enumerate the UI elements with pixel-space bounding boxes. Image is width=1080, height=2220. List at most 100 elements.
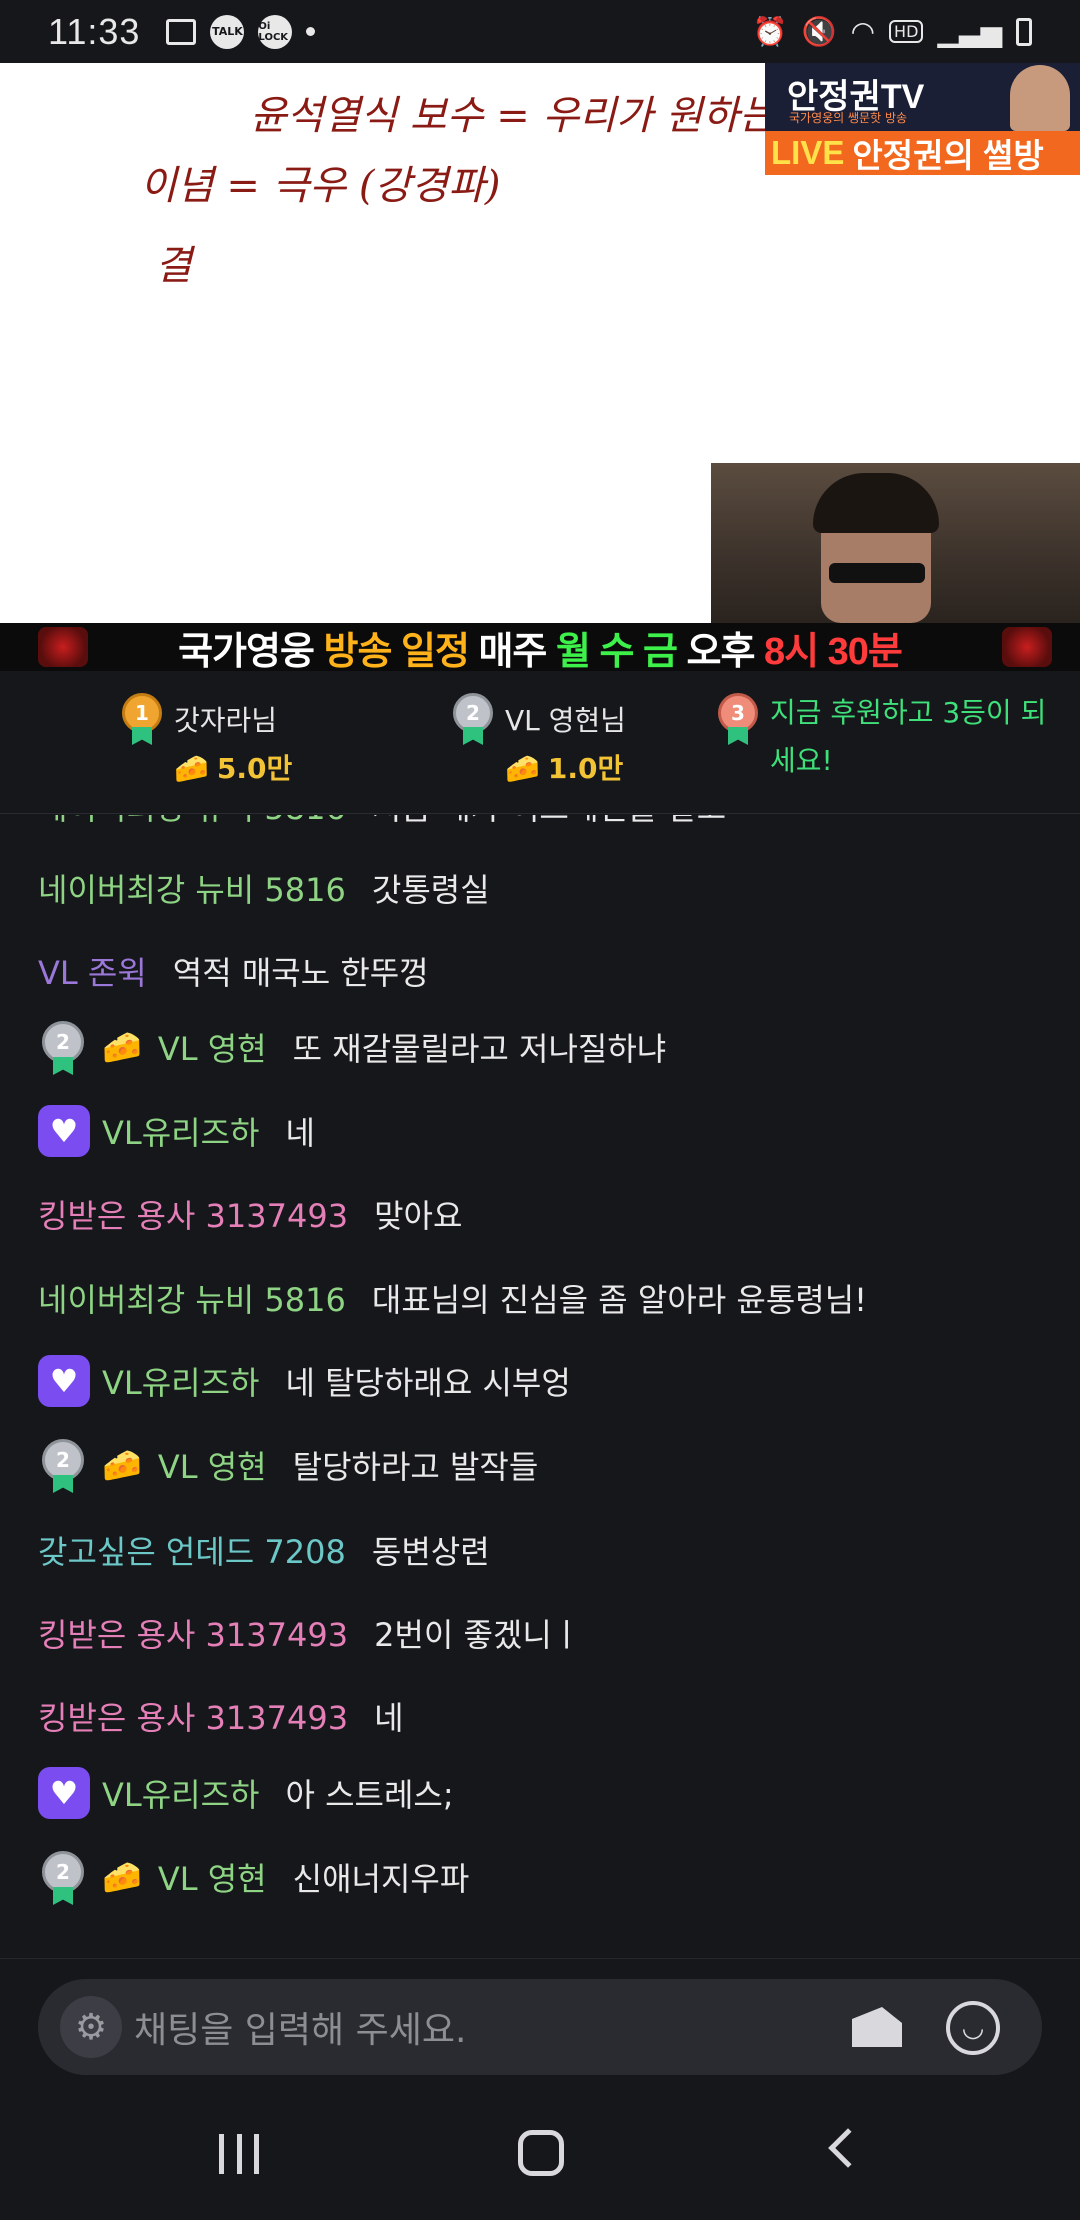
silver-medal-icon: 2 (453, 693, 493, 745)
chat-nickname[interactable]: VL유리즈하 (102, 1358, 259, 1404)
cheese-icon: 🧀 (102, 1858, 142, 1896)
chat-input[interactable]: ⚙ 채팅을 입력해 주세요. ◡ (38, 1979, 1042, 2075)
host-avatar (1010, 65, 1070, 131)
chat-message: 네이버최강 뉴비 5816 대표님의 진심을 좀 알아라 윤통령님! (38, 1275, 867, 1321)
heart-badge-icon: ♥ (38, 1767, 90, 1819)
chat-nickname[interactable]: VL 영현 (158, 1442, 267, 1488)
cheese-icon: 🧀 (505, 752, 540, 785)
handwriting-line-1: 윤석열식 보수 = 우리가 원하는 (250, 93, 776, 139)
chat-text: 네 (285, 1114, 315, 1152)
chat-text: 신애너지우파 (292, 1860, 470, 1898)
gold-medal-icon: 1 (122, 693, 162, 745)
chat-message: VL 존윅 역적 매국노 한뚜껑 (38, 948, 429, 994)
chat-nickname[interactable]: VL 영현 (158, 1854, 267, 1900)
dot-icon (306, 27, 316, 36)
mute-icon: 🔇 (801, 15, 837, 48)
chat-text: 대표님의 진심을 좀 알아라 윤통령님! (371, 1281, 867, 1319)
silver-rank-badge-icon: 2 (40, 1439, 86, 1493)
cheese-icon: 🧀 (174, 752, 209, 785)
cheese-donation-icon[interactable] (852, 2007, 902, 2047)
chat-text: 네 탈당하래요 시부엉 (285, 1364, 571, 1402)
chat-nickname[interactable]: VL유리즈하 (102, 1108, 259, 1154)
banner-text-2: 방송 일정 (323, 630, 470, 673)
chat-message: 2 🧀 VL 영현 탈당하라고 발작들 (40, 1439, 538, 1493)
silver-rank-badge-icon: 2 (40, 1021, 86, 1075)
chat-message: 2 🧀 VL 영현 신애너지우파 (40, 1851, 470, 1905)
chat-message: 2 🧀 VL 영현 또 재갈물릴라고 저나질하냐 (40, 1021, 666, 1075)
banner-text-1: 국가영웅 (178, 630, 315, 673)
chat-message: ♥ VL유리즈하 아 스트레스; (38, 1767, 454, 1819)
chat-nickname[interactable]: 킹받은 용사 3137493 (38, 1693, 348, 1739)
chat-nickname[interactable]: 네이버최강 뉴비 5816 (38, 815, 346, 829)
chat-message: ♥ VL유리즈하 네 탈당하래요 시부엉 (38, 1355, 571, 1407)
battery-icon (1016, 17, 1032, 46)
back-button[interactable] (828, 2128, 868, 2168)
chat-text: 동변상련 (371, 1533, 490, 1571)
heart-badge-icon: ♥ (38, 1355, 90, 1407)
chat-message: 네이버최강 뉴비 5816 갓통령실 (38, 865, 490, 911)
chat-text: 갓통령실 (371, 871, 490, 909)
emoji-icon[interactable]: ◡ (946, 2001, 1000, 2055)
recents-button[interactable] (219, 2134, 259, 2174)
rank-1-value: 🧀 5.0만 (174, 752, 293, 785)
gallery-icon (166, 18, 197, 45)
chat-nickname[interactable]: 킹받은 용사 3137493 (38, 1610, 348, 1656)
rank-2-value: 🧀 1.0만 (505, 752, 624, 785)
streamer-hair (813, 473, 939, 533)
handwriting-line-3: 결 (155, 243, 192, 289)
gear-icon[interactable]: ⚙ (60, 1996, 122, 2058)
chat-nickname[interactable]: VL유리즈하 (102, 1770, 259, 1816)
chat-message: 킹받은 용사 3137493 네 (38, 1693, 404, 1739)
rank-3-cta: 지금 후원하고 3등이 되세요! (770, 696, 1047, 777)
chat-nickname[interactable]: 킹받은 용사 3137493 (38, 1191, 348, 1237)
banner-text-3: 매주 (478, 630, 547, 673)
lock-icon: Oi LOCK (258, 14, 293, 49)
logo-live-bar: LIVE 안정권의 썰방 (765, 131, 1080, 175)
chat-nickname[interactable]: 네이버최강 뉴비 5816 (38, 865, 346, 911)
chat-text: 맞아요 (374, 1197, 463, 1235)
chat-text: 지금 때가 어느때인줄 알고 (372, 815, 726, 829)
logo-subtitle: 국가영웅의 쌩문핫 방송 (789, 111, 908, 125)
donation-ranking: 1 갓자라님 🧀 5.0만 2 VL 영현님 🧀 1.0만 3 지금 후원하고 3등… (0, 671, 1080, 814)
banner-text-6: 8시 30분 (764, 630, 903, 673)
live-label: LIVE (771, 134, 845, 171)
hd-icon: HD (889, 20, 924, 43)
clock: 11:33 (48, 10, 141, 52)
channel-logo: 안정권TV 국가영웅의 쌩문핫 방송 LIVE 안정권의 썰방 (765, 63, 1080, 175)
chat-list[interactable]: 네이버최강 뉴비 5816 지금 때가 어느때인줄 알고 네이버최강 뉴비 58… (0, 815, 1080, 1955)
video-player[interactable]: 윤석열식 보수 = 우리가 원하는 이념 = 극우 (강경파) 결 안정권TV … (0, 63, 1080, 623)
bronze-medal-icon: 3 (718, 693, 758, 745)
heart-badge-icon: ♥ (38, 1105, 90, 1157)
chat-nickname[interactable]: VL 영현 (158, 1024, 267, 1070)
live-title: 안정권의 썰방 (852, 137, 1044, 174)
chat-text: 역적 매국노 한뚜껑 (172, 954, 429, 992)
rank-2-name: VL 영현님 (505, 704, 626, 737)
status-bar: 11:33 TALK Oi LOCK ⏰ 🔇 ◠ HD ▁▃▅ (0, 0, 1080, 63)
banner-text-4: 월 수 금 (555, 630, 678, 673)
streamer-glasses (829, 563, 925, 583)
wifi-icon: ◠ (850, 15, 876, 48)
chat-message: 킹받은 용사 3137493 맞아요 (38, 1191, 462, 1237)
handwriting-line-2: 이념 = 극우 (강경파) (140, 163, 501, 209)
chat-message: ♥ VL유리즈하 네 (38, 1105, 315, 1157)
signal-icon: ▁▃▅ (937, 15, 1002, 48)
cheese-icon: 🧀 (102, 1446, 142, 1484)
schedule-banner: 국가영웅 방송 일정 매주 월 수 금 오후 8시 30분 (0, 623, 1080, 673)
rank-1-name: 갓자라님 (174, 704, 278, 737)
home-button[interactable] (518, 2130, 564, 2176)
chat-text: 아 스트레스; (285, 1776, 454, 1814)
silver-rank-badge-icon: 2 (40, 1851, 86, 1905)
notification-icons: TALK Oi LOCK (166, 14, 316, 49)
banner-logo-left (38, 627, 88, 667)
chat-text: 2번이 좋겠니ㅣ (374, 1616, 582, 1654)
chat-message: 네이버최강 뉴비 5816 지금 때가 어느때인줄 알고 (38, 815, 726, 829)
talk-icon: TALK (210, 14, 245, 49)
chat-input-placeholder[interactable]: 채팅을 입력해 주세요. (134, 2001, 466, 2053)
cheese-icon: 🧀 (102, 1028, 142, 1066)
webcam-overlay (711, 463, 1080, 623)
chat-nickname[interactable]: 갖고싶은 언데드 7208 (38, 1527, 346, 1573)
alarm-icon: ⏰ (752, 15, 788, 48)
chat-nickname[interactable]: VL 존윅 (38, 948, 147, 994)
banner-logo-right (1002, 627, 1052, 667)
chat-nickname[interactable]: 네이버최강 뉴비 5816 (38, 1275, 346, 1321)
